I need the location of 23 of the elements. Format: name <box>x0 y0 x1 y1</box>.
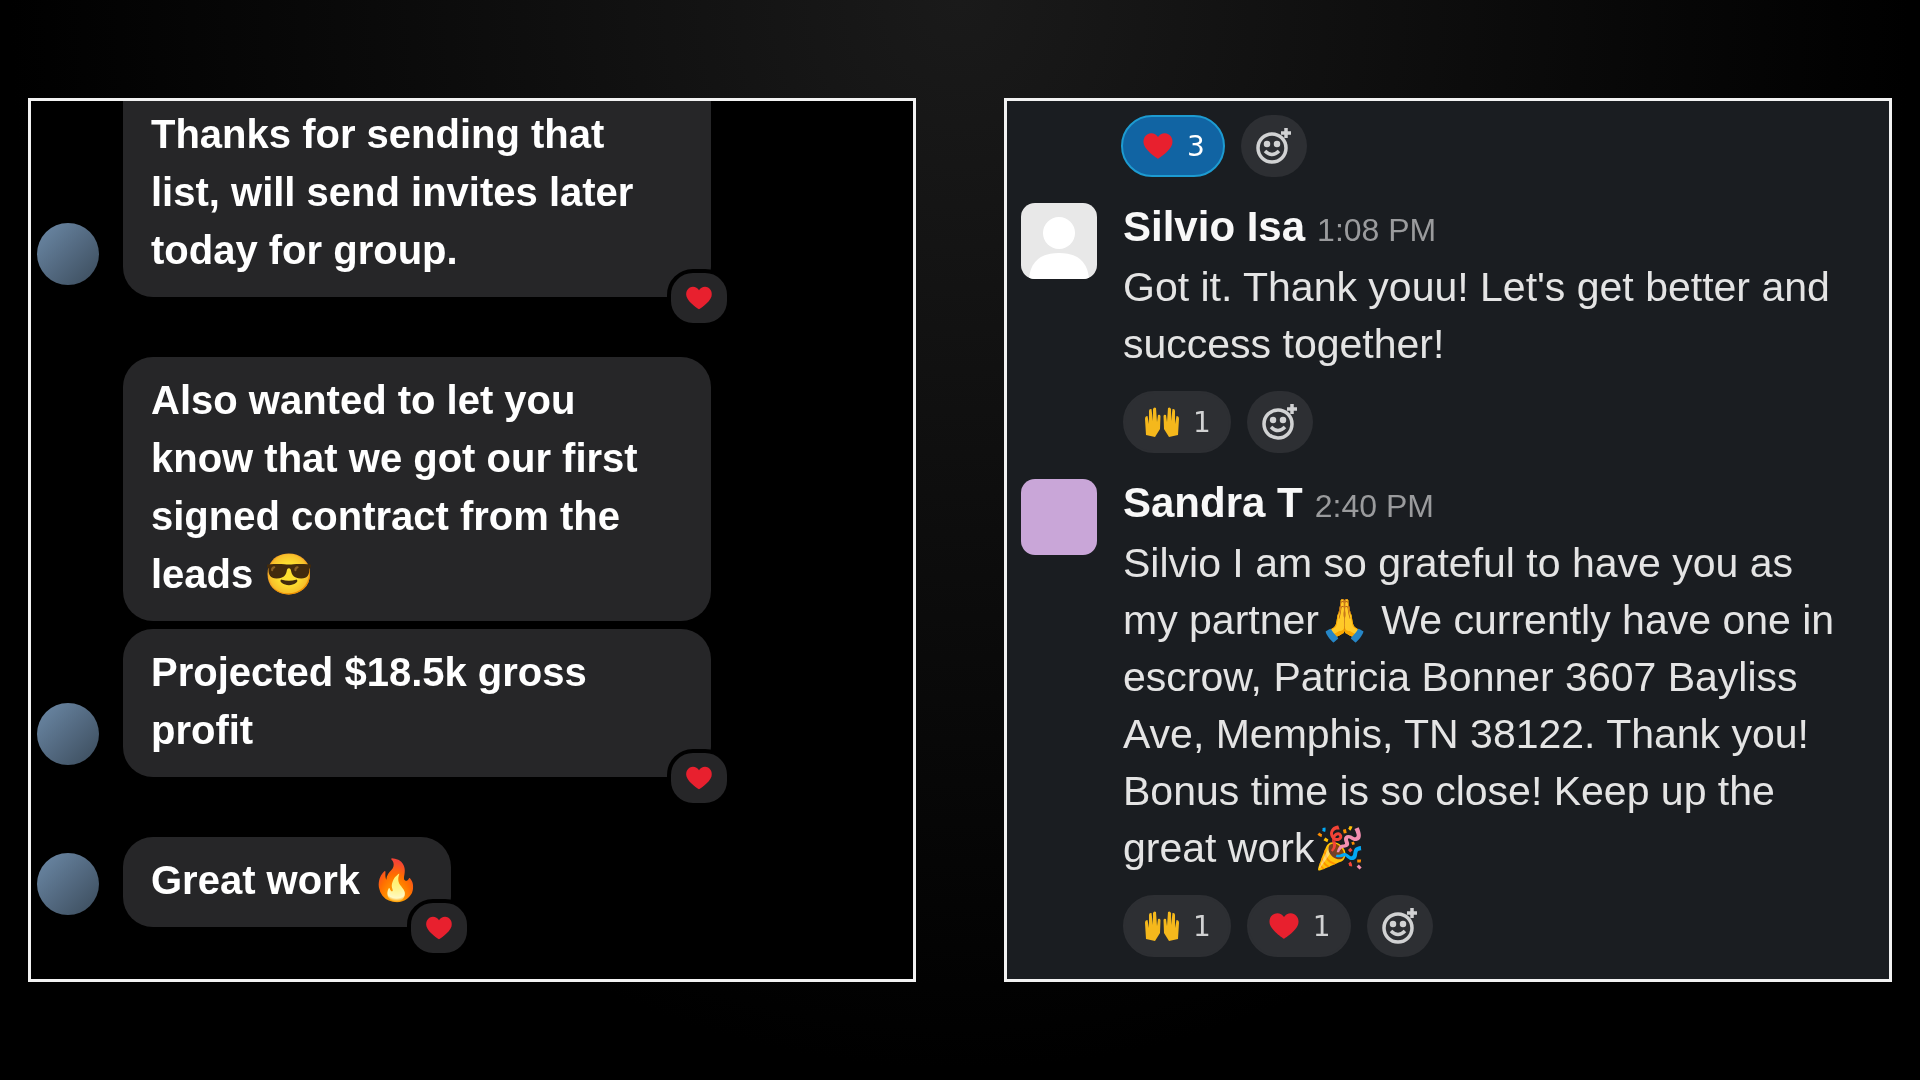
message-time: 1:08 PM <box>1317 212 1437 249</box>
reaction-pill[interactable]: 1 <box>1246 895 1351 957</box>
message-bubble: Thanks for sending that list, will send invites later today for group. <box>123 101 711 297</box>
reaction-pill[interactable]: 1 <box>1123 391 1231 453</box>
message-bubble: Great work 🔥 <box>123 837 452 927</box>
message-text: Got it. Thank youu! Let's get better and success together! <box>1123 263 1831 369</box>
message-bubble: Also wanted to let you know that we got our first signed contract from the leads 😎 <box>123 357 711 621</box>
reaction-count: 1 <box>1312 909 1331 943</box>
reaction-pill[interactable]: 3 <box>1121 115 1225 177</box>
message-text: Silvio I am so grateful to have you as my partner🙏 We currently have one in escrow, Patricia Bonner 3607 Bayliss Ave, Memphis, TN 38122. Thank you! Bonus time is so close! Keep up the great work🎉 <box>1123 539 1836 873</box>
message-bubble: Projected $18.5k gross profit <box>123 629 711 777</box>
raised-hands-icon <box>1143 405 1181 439</box>
add-reaction-icon <box>1259 402 1300 442</box>
reaction-count: 1 <box>1193 405 1211 439</box>
message-time: 2:40 PM <box>1314 488 1434 525</box>
reaction-count: 3 <box>1187 129 1205 163</box>
reaction-pill[interactable]: 1 <box>1123 895 1231 957</box>
sender-name: Sandra T <box>1123 479 1303 527</box>
add-reaction-icon <box>1253 126 1294 166</box>
sender-name: Silvio Isa <box>1123 203 1306 251</box>
raised-hands-icon <box>1143 909 1181 943</box>
reaction-count: 1 <box>1193 909 1211 943</box>
add-reaction-icon <box>1379 906 1420 946</box>
